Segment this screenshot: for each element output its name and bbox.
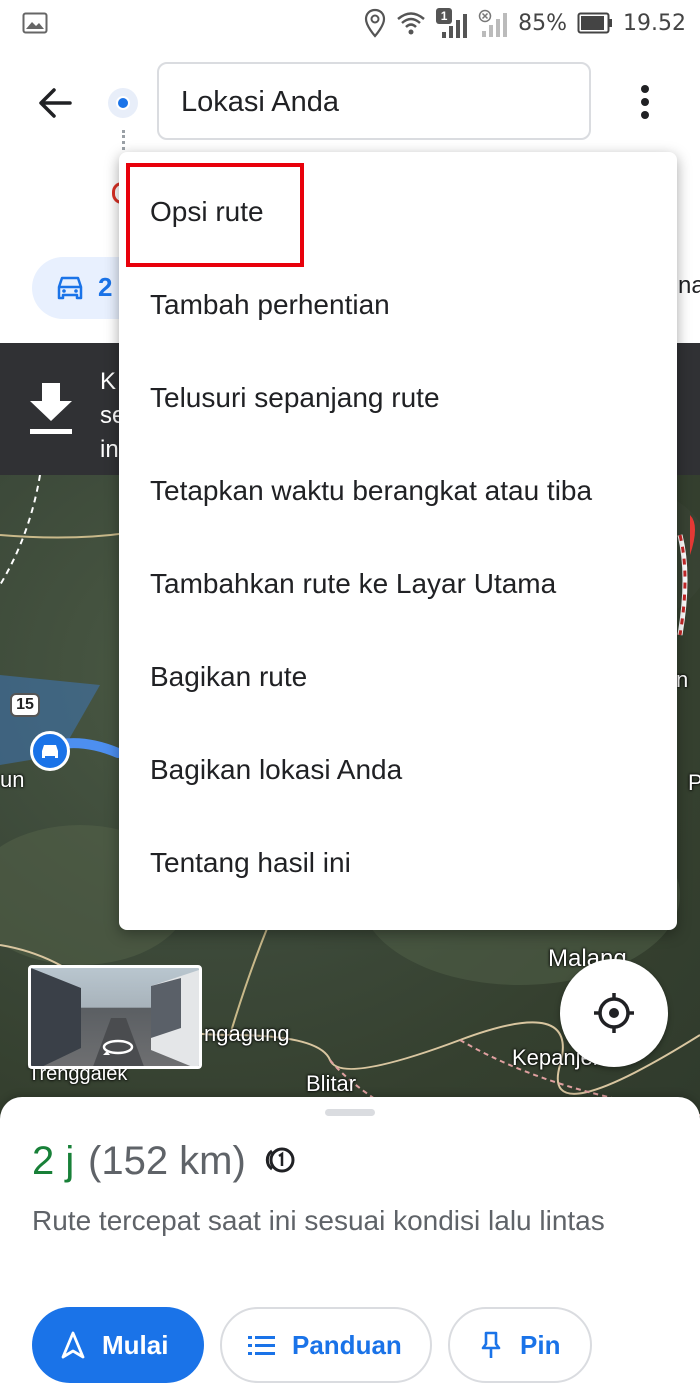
menu-item-label: Telusuri sepanjang rute — [150, 382, 440, 413]
pin-button-label: Pin — [520, 1329, 561, 1360]
menu-item-share-route[interactable]: Bagikan rute — [119, 633, 677, 726]
origin-input[interactable]: Lokasi Anda — [157, 62, 591, 140]
battery-percent: 85% — [518, 10, 568, 36]
list-icon — [248, 1336, 275, 1355]
my-location-button[interactable] — [560, 959, 668, 1067]
route-distance: (152 km) — [88, 1139, 246, 1183]
menu-item-label: Tambahkan rute ke Layar Utama — [150, 568, 557, 599]
toll-icon — [265, 1147, 295, 1173]
more-vert-icon[interactable] — [630, 82, 660, 122]
pin-button[interactable]: Pin — [448, 1307, 592, 1383]
wifi-icon — [397, 12, 425, 35]
my-location-icon — [594, 993, 634, 1033]
menu-item-about-results[interactable]: Tentang hasil ini — [119, 819, 677, 912]
travel-mode-edge-text: na — [678, 272, 700, 299]
status-bar: 1 85% 19.52 — [0, 0, 700, 46]
signal-off-icon — [478, 9, 508, 37]
steps-button[interactable]: Panduan — [220, 1307, 432, 1383]
overflow-menu: Opsi rute Tambah perhentian Telusuri sep… — [119, 152, 677, 930]
menu-item-set-depart-arrive[interactable]: Tetapkan waktu berangkat atau tiba — [119, 447, 677, 540]
download-icon — [30, 383, 72, 434]
map-label-blitar: Blitar — [306, 1071, 357, 1096]
menu-item-label: Tetapkan waktu berangkat atau tiba — [150, 475, 593, 506]
origin-dot-icon — [108, 88, 138, 118]
menu-item-add-to-home[interactable]: Tambahkan rute ke Layar Utama — [119, 540, 677, 633]
menu-item-label: Tentang hasil ini — [150, 847, 351, 878]
menu-item-label: Tambah perhentian — [150, 289, 390, 320]
street-view-thumbnail[interactable] — [28, 965, 202, 1069]
location-icon — [365, 8, 386, 38]
route-description: Rute tercepat saat ini sesuai kondisi la… — [32, 1205, 605, 1236]
map-label-ngagung: ngagung — [204, 1021, 290, 1046]
menu-item-share-location[interactable]: Bagikan lokasi Anda — [119, 726, 677, 819]
map-label-un: un — [0, 767, 25, 792]
menu-item-search-along-route[interactable]: Telusuri sepanjang rute — [119, 354, 677, 447]
start-navigation-button[interactable]: Mulai — [32, 1307, 204, 1383]
sheet-drag-handle[interactable] — [325, 1109, 375, 1116]
map-label-p: P — [688, 770, 700, 795]
start-button-label: Mulai — [102, 1329, 169, 1360]
map-label-n: n — [676, 667, 689, 692]
route-duration: 2 j — [32, 1139, 75, 1183]
pin-icon — [481, 1331, 501, 1358]
driving-value: 2 — [98, 272, 113, 302]
route-connector — [122, 130, 126, 150]
steps-button-label: Panduan — [292, 1329, 402, 1360]
gallery-icon — [22, 12, 48, 34]
menu-item-label: Bagikan lokasi Anda — [150, 754, 403, 785]
car-icon — [57, 276, 83, 300]
back-arrow-icon[interactable] — [32, 80, 78, 126]
route-details-sheet: 2 j (152 km) Rute tercepat saat ini sesu… — [0, 1097, 700, 1400]
street-view-rotate-icon — [102, 1039, 134, 1055]
travel-mode-driving[interactable]: 2 — [32, 257, 132, 319]
navigation-arrow-icon — [61, 1331, 85, 1359]
clock: 19.52 — [623, 10, 686, 36]
signal-icon: 1 — [436, 8, 468, 38]
menu-item-label: Bagikan rute — [150, 661, 308, 692]
car-marker-icon — [30, 731, 70, 771]
road-shield: 15 — [10, 693, 40, 717]
menu-item-add-stop[interactable]: Tambah perhentian — [119, 261, 677, 354]
battery-icon — [577, 12, 613, 34]
origin-value: Lokasi Anda — [181, 86, 340, 118]
highlight-box — [126, 163, 304, 267]
